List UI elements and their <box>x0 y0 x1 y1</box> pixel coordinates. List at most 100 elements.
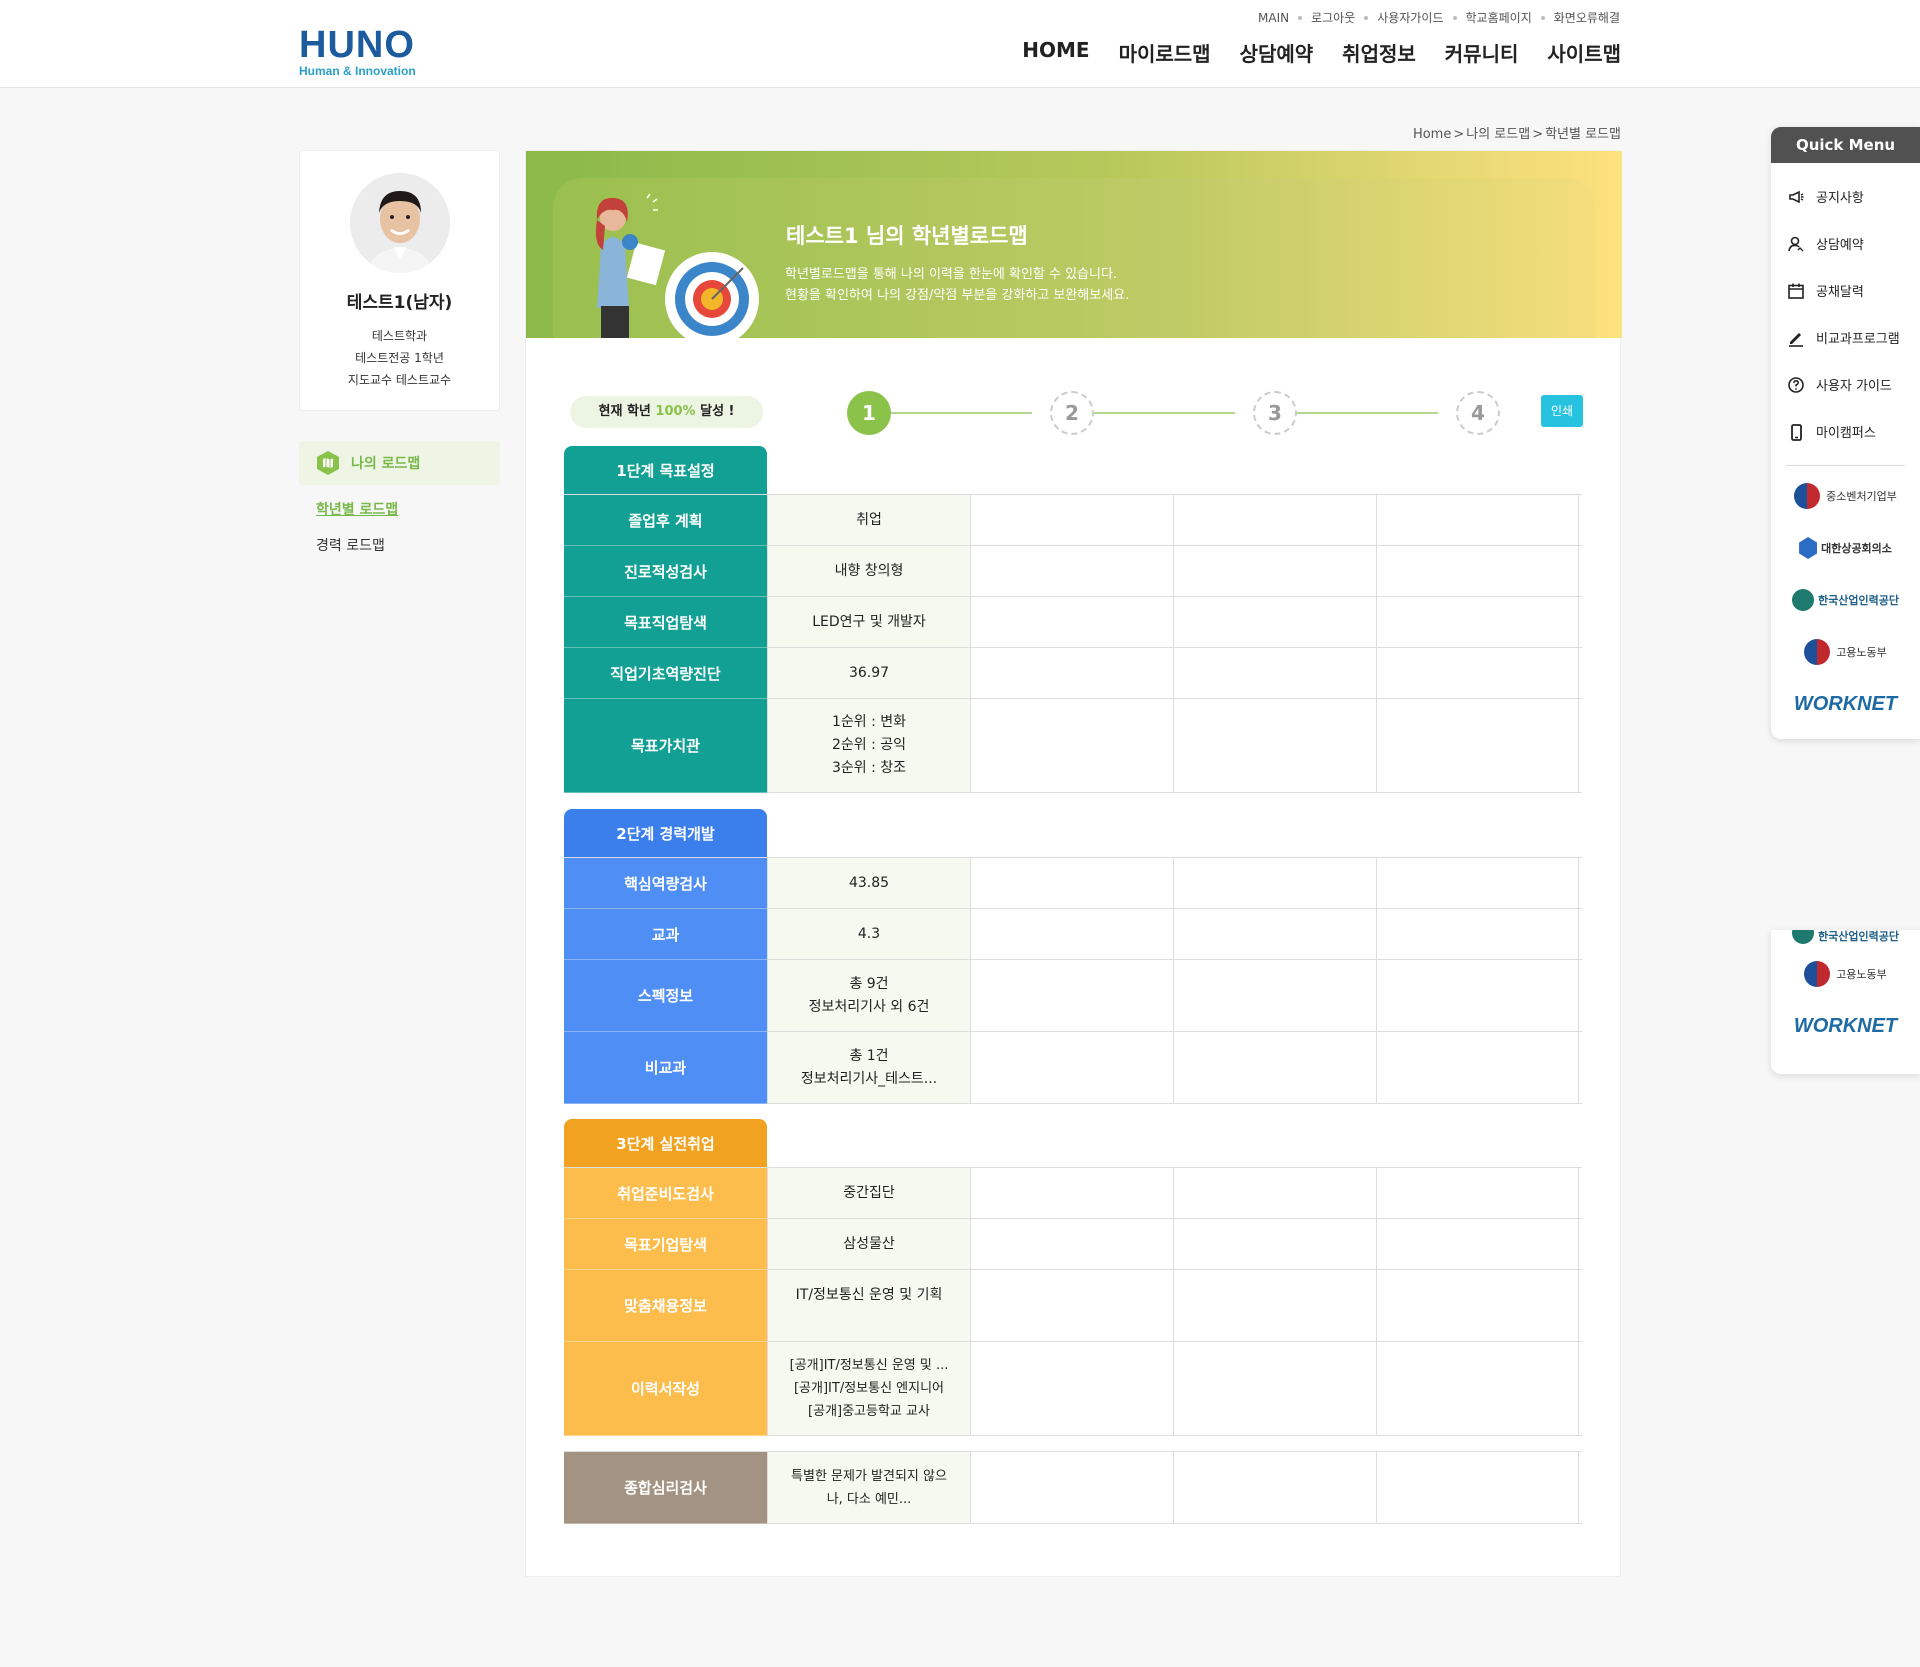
partner-mss-logo[interactable]: 중소벤처기업부 <box>1771 470 1920 522</box>
stage-title: 1단계 목표설정 <box>564 446 767 494</box>
value-line: 1순위 : 변화 <box>831 714 907 730</box>
side-nav-grade-roadmap[interactable]: 학년별 로드맵 <box>316 499 500 519</box>
util-link-school-home[interactable]: 학교홈페이지 <box>1444 9 1532 26</box>
partner-moel-logo[interactable]: 고용노동부 <box>1771 944 1920 1004</box>
print-button[interactable]: 인쇄 <box>1541 395 1583 427</box>
profile-advisor: 지도교수 테스트교수 <box>347 373 452 387</box>
value-line: 총 9건 <box>849 975 889 992</box>
banner-title: 테스트1 님의 학년별로드맵 <box>786 224 1028 248</box>
partner-hrdk-logo[interactable]: 한국산업인력공단 <box>1771 574 1920 626</box>
partner-hrdk-logo[interactable]: 한국산업인력공단 <box>1771 930 1920 944</box>
nav-my-roadmap[interactable]: 마이로드맵 <box>1119 38 1211 67</box>
nav-sitemap[interactable]: 사이트맵 <box>1547 38 1621 67</box>
quick-menu-label: 비교과프로그램 <box>1816 332 1900 347</box>
logo-tagline: Human & Innovation <box>299 64 416 78</box>
quick-menu-counseling[interactable]: 상담예약 <box>1771 220 1920 267</box>
empty-cell <box>1376 960 1579 1031</box>
step-2[interactable]: 2 <box>1050 391 1094 435</box>
row-label: 핵심역량검사 <box>564 858 767 909</box>
breadcrumb-my-roadmap[interactable]: 나의 로드맵 <box>1466 127 1530 142</box>
row-label: 목표기업탐색 <box>564 1219 767 1270</box>
step-4[interactable]: 4 <box>1456 391 1500 435</box>
table-row: 맞춤채용정보 IT/정보통신 운영 및 기획 <box>564 1270 1582 1342</box>
partner-label: 한국산업인력공단 <box>1818 594 1899 607</box>
quick-menu-extracurricular[interactable]: 비교과프로그램 <box>1771 314 1920 361</box>
empty-cell <box>1376 909 1579 959</box>
value-line: [공개]IT/정보통신 운영 및 ... <box>789 1358 949 1373</box>
main-nav: HOME 마이로드맵 상담예약 취업정보 커뮤니티 사이트맵 <box>1022 38 1621 67</box>
empty-cell <box>1173 1032 1376 1103</box>
empty-cell <box>1376 597 1579 647</box>
partner-moel-logo[interactable]: 고용노동부 <box>1771 626 1920 678</box>
empty-cell <box>1376 1219 1579 1269</box>
util-link-error-help[interactable]: 화면오류해결 <box>1532 9 1620 26</box>
step-1[interactable]: 1 <box>847 391 891 435</box>
stage-career-development: 2단계 경력개발 핵심역량검사 43.85 교과 4.3 스펙정보 총 9건 정… <box>564 809 1582 1104</box>
partner-label: 고용노동부 <box>1836 968 1887 981</box>
profile-dept: 테스트학과 <box>371 329 428 343</box>
row-label: 진로적성검사 <box>564 546 767 597</box>
partner-worknet-logo[interactable]: WORKNET <box>1771 678 1920 730</box>
row-label: 취업준비도검사 <box>564 1168 767 1219</box>
empty-cell <box>1173 858 1376 908</box>
empty-cell <box>970 1168 1173 1218</box>
row-label: 교과 <box>564 909 767 960</box>
partner-worknet-logo[interactable]: WORKNET <box>1771 1004 1920 1048</box>
empty-cell <box>1376 648 1579 698</box>
row-label: 맞춤채용정보 <box>564 1270 767 1342</box>
util-link-main[interactable]: MAIN <box>1258 9 1289 26</box>
table-row: 목표기업탐색 삼성물산 <box>564 1219 1582 1270</box>
row-value: 43.85 <box>767 858 970 908</box>
nav-counseling[interactable]: 상담예약 <box>1240 38 1314 67</box>
quick-menu-label: 상담예약 <box>1816 238 1864 253</box>
quick-menu-user-guide[interactable]: 사용자 가이드 <box>1771 361 1920 408</box>
banner-desc-line1: 학년별로드맵을 통해 나의 이력을 한눈에 확인할 수 있습니다. <box>785 267 1118 282</box>
avatar <box>349 173 450 273</box>
empty-cell <box>1376 495 1579 545</box>
quick-menu-calendar[interactable]: 공채달력 <box>1771 267 1920 314</box>
quick-menu-notice[interactable]: 공지사항 <box>1771 173 1920 220</box>
empty-cell <box>1173 699 1376 792</box>
side-nav-title[interactable]: 나의 로드맵 <box>299 441 500 485</box>
taegeuk-icon <box>1794 483 1821 509</box>
empty-cell <box>1173 1270 1376 1341</box>
util-link-user-guide[interactable]: 사용자가이드 <box>1355 9 1443 26</box>
stage-title: 3단계 실전취업 <box>564 1119 767 1167</box>
row-label: 졸업후 계획 <box>564 495 767 546</box>
row-value: 4.3 <box>767 909 970 959</box>
site-logo[interactable]: HUNO Human & Innovation <box>299 26 419 78</box>
quick-menu-mycampus[interactable]: 마이캠퍼스 <box>1771 408 1920 455</box>
row-value: 내향 창의형 <box>767 546 970 596</box>
empty-cell <box>970 1032 1173 1103</box>
value-line: [공개]중고등학교 교사 <box>808 1404 930 1419</box>
banner-inner: 테스트1 님의 학년별로드맵 학년별로드맵을 통해 나의 이력을 한눈에 확인할… <box>553 178 1595 338</box>
empty-cell <box>1376 1452 1579 1523</box>
nav-home[interactable]: HOME <box>1022 38 1089 67</box>
breadcrumb-home[interactable]: Home <box>1413 127 1451 142</box>
help-icon <box>1786 375 1806 395</box>
progress-label-suffix: 달성 ! <box>700 404 735 419</box>
partner-kcci-logo[interactable]: 대한상공회의소 <box>1771 522 1920 574</box>
step-3[interactable]: 3 <box>1253 391 1297 435</box>
empty-cell <box>1173 909 1376 959</box>
empty-cell <box>1173 1452 1376 1523</box>
stage-rows: 종합심리검사 특별한 문제가 발견되지 않으 나, 다소 예민... <box>564 1451 1582 1524</box>
value-line: 특별한 문제가 발견되지 않으 <box>791 1468 947 1484</box>
logo-wordmark: HUNO <box>299 24 415 66</box>
empty-cell <box>1376 858 1579 908</box>
table-row: 스펙정보 총 9건 정보처리기사 외 6건 <box>564 960 1582 1032</box>
value-line: 3순위 : 창조 <box>831 760 907 776</box>
nav-community[interactable]: 커뮤니티 <box>1445 38 1519 67</box>
value-line: 정보처리기사_테스트... <box>800 1070 938 1087</box>
side-nav-career-roadmap[interactable]: 경력 로드맵 <box>316 535 500 555</box>
stage-job-seeking: 3단계 실전취업 취업준비도검사 중간집단 목표기업탐색 삼성물산 맞춤채용정보… <box>564 1119 1582 1436</box>
empty-cell <box>1376 1342 1579 1435</box>
map-icon <box>317 451 339 475</box>
empty-cell <box>1173 597 1376 647</box>
row-value: 36.97 <box>767 648 970 698</box>
calendar-icon <box>1786 281 1806 301</box>
util-link-logout[interactable]: 로그아웃 <box>1289 9 1355 26</box>
empty-cell <box>970 858 1173 908</box>
table-row: 종합심리검사 특별한 문제가 발견되지 않으 나, 다소 예민... <box>564 1452 1582 1524</box>
nav-job-info[interactable]: 취업정보 <box>1342 38 1416 67</box>
